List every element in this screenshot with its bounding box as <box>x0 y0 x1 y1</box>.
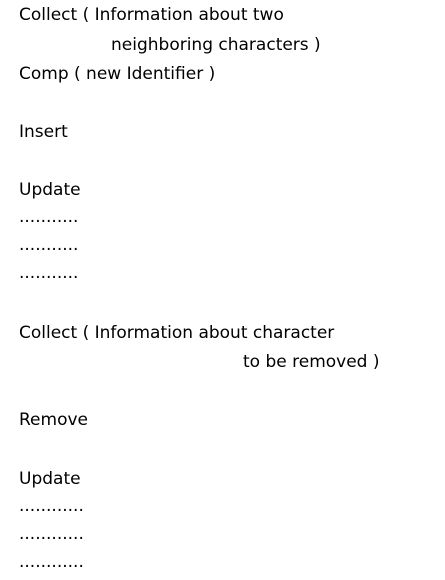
remove-line: Remove <box>19 410 88 430</box>
ellipsis-line: ........... <box>19 207 79 227</box>
ellipsis-line: ............ <box>19 552 84 572</box>
ellipsis-line: ............ <box>19 496 84 516</box>
ellipsis-line: ........... <box>19 263 79 283</box>
update-line: Update <box>19 469 81 489</box>
ellipsis-line: ............ <box>19 524 84 544</box>
collect-removed-line-1: Collect ( Information about character <box>19 323 335 343</box>
ellipsis-line: ........... <box>19 235 79 255</box>
update-line: Update <box>19 180 81 200</box>
collect-neighbors-line-1: Collect ( Information about two <box>19 5 284 25</box>
insert-line: Insert <box>19 122 68 142</box>
collect-neighbors-line-2: neighboring characters ) <box>111 35 321 55</box>
comp-identifier-line: Comp ( new Identifier ) <box>19 64 216 84</box>
collect-removed-line-2: to be removed ) <box>243 352 380 372</box>
